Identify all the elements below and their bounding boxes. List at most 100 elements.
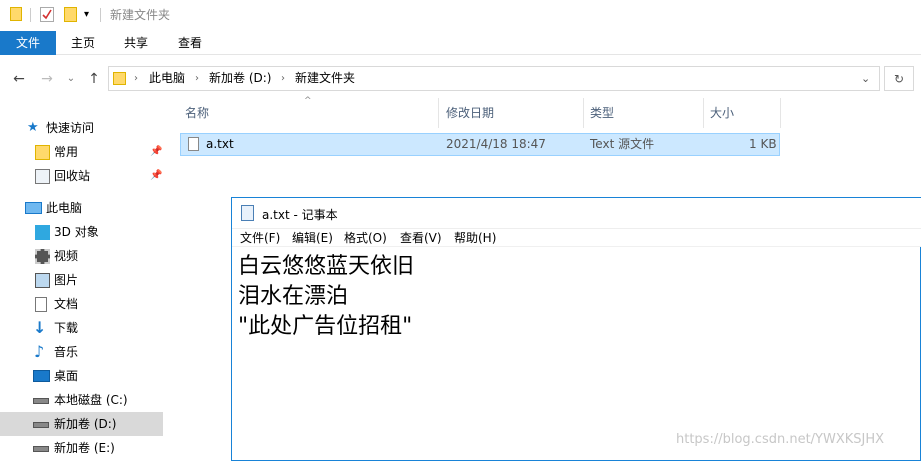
folder-icon [35, 145, 50, 160]
watermark: https://blog.csdn.net/YWXKSJHX [676, 432, 885, 447]
tab-file[interactable]: 文件 [0, 31, 56, 55]
sidebar-item-label: 回收站 [54, 169, 91, 183]
folder-icon [113, 72, 126, 85]
file-size: 1 KB [749, 137, 777, 151]
menu-edit[interactable]: 编辑(E) [292, 229, 333, 247]
breadcrumb-this-pc[interactable]: 此电脑 [149, 67, 185, 90]
computer-icon [25, 202, 42, 214]
sidebar-item-label: 下载 [54, 321, 79, 335]
up-arrow-icon[interactable]: ↑ [85, 70, 103, 88]
notepad-menu-bar: 文件(F) 编辑(E) 格式(O) 查看(V) 帮助(H) [232, 229, 921, 247]
desktop-icon [33, 370, 50, 382]
recent-chevron-icon[interactable]: ⌄ [62, 70, 80, 88]
documents-icon [35, 297, 47, 312]
video-icon [35, 249, 50, 264]
back-arrow-icon[interactable]: ← [10, 70, 28, 88]
menu-view[interactable]: 查看(V) [400, 229, 442, 247]
star-icon: ★ [27, 120, 39, 135]
address-dropdown-icon[interactable]: ⌄ [861, 67, 870, 90]
column-header-name[interactable]: 名称 [185, 98, 209, 128]
divider [30, 8, 31, 22]
address-row: ← → ⌄ ↑ › 此电脑 › 新加卷 (D:) › 新建文件夹 ⌄ ↻ [0, 62, 921, 94]
text-file-icon [188, 137, 199, 151]
column-divider[interactable] [703, 98, 704, 128]
sidebar-item-3d-objects[interactable]: 3D 对象 [0, 220, 163, 244]
sidebar-item-this-pc[interactable]: 此电脑 [0, 196, 163, 220]
ribbon-tabs: 文件 主页 共享 查看 [0, 31, 921, 55]
notepad-window[interactable]: a.txt - 记事本 文件(F) 编辑(E) 格式(O) 查看(V) 帮助(H… [231, 197, 921, 461]
sidebar-item-common[interactable]: 常用 📌 [0, 140, 163, 164]
breadcrumb-separator-icon: › [195, 73, 199, 84]
file-name: a.txt [206, 137, 234, 151]
address-bar[interactable]: › 此电脑 › 新加卷 (D:) › 新建文件夹 ⌄ [108, 66, 880, 91]
sidebar-item-label: 图片 [54, 273, 79, 287]
refresh-icon[interactable]: ↻ [884, 66, 914, 91]
column-divider[interactable] [780, 98, 781, 128]
sidebar-item-pictures[interactable]: 图片 [0, 268, 163, 292]
sidebar-item-label: 视频 [54, 249, 79, 263]
sidebar-item-label: 文档 [54, 297, 79, 311]
sidebar-item-recycle-bin[interactable]: 回收站 📌 [0, 164, 163, 188]
breadcrumb-new-folder[interactable]: 新建文件夹 [295, 67, 355, 90]
folder-icon [10, 7, 22, 21]
pin-icon: 📌 [150, 146, 163, 157]
sidebar-item-quick-access[interactable]: ★ 快速访问 [0, 116, 163, 140]
navigation-pane: ★ 快速访问 常用 📌 回收站 📌 此电脑 3D 对象 视频 图片 文档 ↓ 下… [0, 110, 170, 461]
sidebar-item-music[interactable]: ♪ 音乐 [0, 340, 163, 364]
sidebar-item-label: 新加卷 (E:) [54, 441, 115, 455]
drive-icon [33, 422, 49, 428]
text-line: 泪水在漂泊 [238, 284, 349, 309]
drive-icon [33, 446, 49, 452]
menu-format[interactable]: 格式(O) [344, 229, 387, 247]
pictures-icon [35, 273, 50, 288]
notepad-icon [241, 205, 254, 221]
sidebar-item-label: 音乐 [54, 345, 79, 359]
sidebar-item-label: 快速访问 [46, 121, 95, 135]
sidebar-item-drive-e[interactable]: 新加卷 (E:) [0, 436, 163, 460]
sidebar-item-documents[interactable]: 文档 [0, 292, 163, 316]
sidebar-item-label: 新加卷 (D:) [54, 417, 117, 431]
column-header-size[interactable]: 大小 [710, 98, 734, 128]
sidebar-item-drive-c[interactable]: 本地磁盘 (C:) [0, 388, 163, 412]
drive-icon [33, 398, 49, 404]
download-icon: ↓ [33, 318, 47, 337]
sidebar-item-label: 此电脑 [46, 201, 83, 215]
recycle-bin-icon [35, 169, 50, 184]
chevron-down-icon[interactable]: ▾ [84, 10, 89, 20]
sidebar-item-videos[interactable]: 视频 [0, 244, 163, 268]
sidebar-item-desktop[interactable]: 桌面 [0, 364, 163, 388]
breadcrumb-drive-d[interactable]: 新加卷 (D:) [209, 67, 271, 90]
pin-icon: 📌 [150, 170, 163, 181]
explorer-title-bar: ▾ 新建文件夹 [0, 0, 921, 31]
tab-share[interactable]: 共享 [110, 31, 162, 55]
notepad-title-bar[interactable]: a.txt - 记事本 [232, 198, 921, 229]
notepad-text-area[interactable]: 白云悠悠蓝天依旧 泪水在漂泊 "此处广告位招租" [238, 252, 918, 342]
file-type: Text 源文件 [590, 137, 655, 151]
column-header-date[interactable]: 修改日期 [446, 98, 494, 128]
column-divider[interactable] [438, 98, 439, 128]
sidebar-item-drive-d[interactable]: 新加卷 (D:) [0, 412, 163, 436]
menu-help[interactable]: 帮助(H) [454, 229, 496, 247]
properties-icon[interactable] [40, 7, 54, 22]
text-line: "此处广告位招租" [238, 314, 413, 339]
tab-home[interactable]: 主页 [58, 31, 108, 55]
file-date: 2021/4/18 18:47 [446, 137, 546, 151]
divider [100, 8, 101, 22]
sidebar-item-label: 3D 对象 [54, 225, 99, 239]
sidebar-item-label: 本地磁盘 (C:) [54, 393, 128, 407]
column-header-type[interactable]: 类型 [590, 98, 614, 128]
menu-file[interactable]: 文件(F) [240, 229, 280, 247]
window-title: 新建文件夹 [110, 8, 171, 22]
forward-arrow-icon[interactable]: → [38, 70, 56, 88]
file-row[interactable]: a.txt 2021/4/18 18:47 Text 源文件 1 KB [180, 133, 780, 156]
sort-chevron-icon: ^ [304, 96, 312, 106]
tab-view[interactable]: 查看 [164, 31, 216, 55]
new-folder-icon[interactable] [64, 7, 77, 22]
sidebar-item-label: 常用 [54, 145, 79, 159]
notepad-title: a.txt - 记事本 [262, 208, 338, 222]
sidebar-item-downloads[interactable]: ↓ 下载 [0, 316, 163, 340]
3d-objects-icon [35, 225, 50, 240]
music-icon: ♪ [34, 342, 45, 361]
column-divider[interactable] [583, 98, 584, 128]
text-line: 白云悠悠蓝天依旧 [238, 254, 415, 279]
